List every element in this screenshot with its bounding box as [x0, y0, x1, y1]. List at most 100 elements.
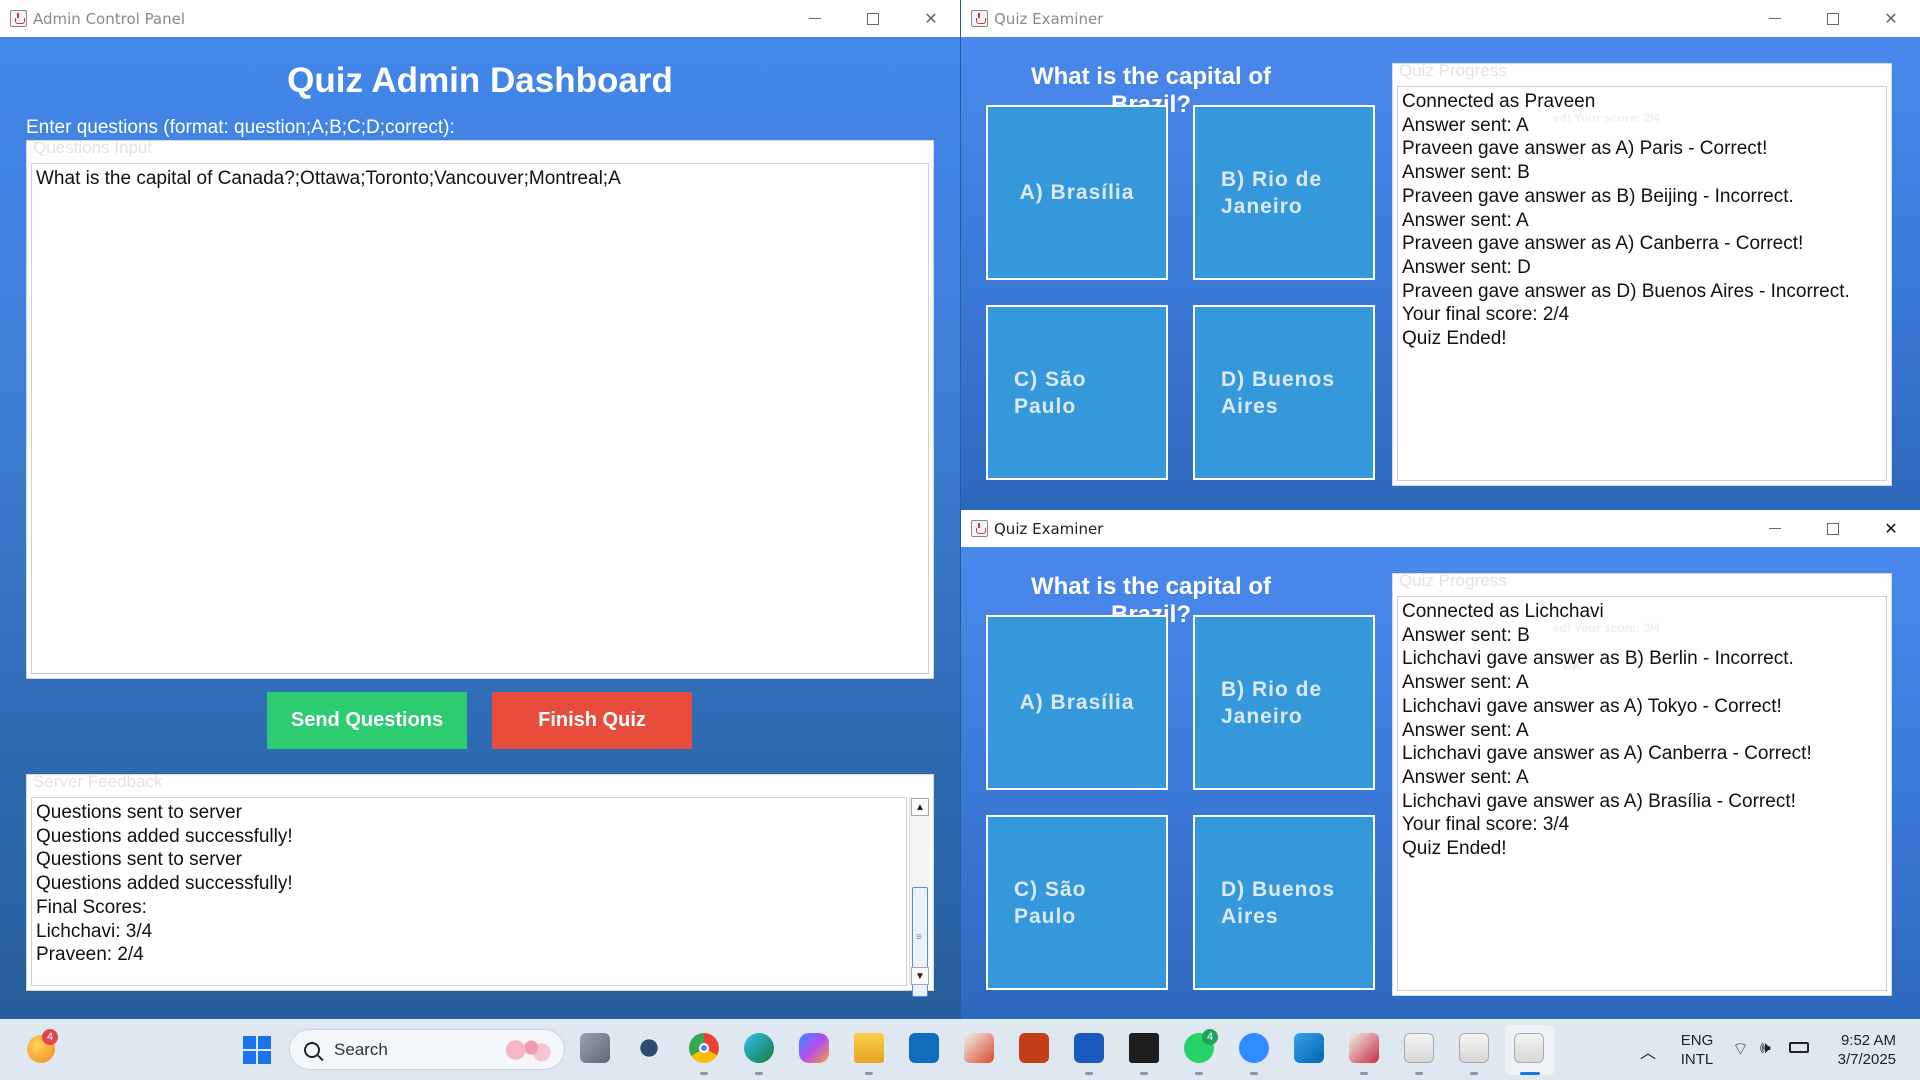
- start-icon[interactable]: [243, 1036, 271, 1064]
- snipping-tool-icon[interactable]: [1349, 1033, 1379, 1063]
- scroll-down-arrow-icon[interactable]: ▼: [911, 967, 929, 985]
- language-indicator[interactable]: ENG INTL: [1680, 1031, 1714, 1069]
- examiner-titlebar[interactable]: Quiz Examiner ✕: [961, 510, 1920, 547]
- minimize-button[interactable]: [1746, 0, 1804, 37]
- maximize-icon: [867, 12, 879, 25]
- instruction-label: Enter questions (format: question;A;B;C;…: [26, 117, 455, 138]
- window-title: Quiz Examiner: [994, 519, 1104, 538]
- volume-icon[interactable]: 🕪: [1760, 1038, 1771, 1058]
- log-line: Answer sent: A: [1402, 209, 1529, 231]
- admin-titlebar[interactable]: Admin Control Panel ✕: [0, 0, 960, 37]
- word-icon[interactable]: [1074, 1033, 1104, 1063]
- log-line: Questions added successfully!: [36, 825, 293, 847]
- log-line: Lichchavi gave answer as B) Berlin - Inc…: [1402, 648, 1794, 670]
- running-indicator: [1250, 1072, 1258, 1075]
- feedback-log: Questions sent to server Questions added …: [32, 798, 906, 970]
- log-line: Questions added successfully!: [36, 873, 293, 895]
- log-line: Answer sent: A: [1402, 719, 1529, 741]
- questions-text: What is the capital of Canada?;Ottawa;To…: [36, 168, 621, 189]
- admin-content: Quiz Admin Dashboard Enter questions (fo…: [0, 37, 960, 1019]
- quiz-progress-group: Quiz Progress ed! Your score: 3/4 OK Con…: [1392, 571, 1892, 996]
- maximize-button[interactable]: [1804, 0, 1862, 37]
- option-c-button[interactable]: C) São Paulo: [986, 305, 1168, 480]
- time-label: 9:52 AM: [1840, 1032, 1896, 1049]
- clock[interactable]: 9:52 AM 3/7/2025: [1826, 1031, 1896, 1069]
- taskbar-search-box[interactable]: Search: [289, 1029, 565, 1070]
- running-indicator: [1085, 1072, 1093, 1075]
- option-d-button[interactable]: D) Buenos Aires: [1193, 305, 1375, 480]
- option-a-button[interactable]: A) Brasília: [986, 615, 1168, 790]
- running-indicator: [865, 1072, 873, 1075]
- language-label: ENG: [1680, 1032, 1714, 1049]
- window-title: Quiz Examiner: [994, 9, 1104, 28]
- log-line: Your final score: 3/4: [1402, 814, 1570, 836]
- feedback-scrollbar[interactable]: ▲ ▼: [909, 797, 929, 997]
- option-c-button[interactable]: C) São Paulo: [986, 815, 1168, 990]
- questions-textarea[interactable]: What is the capital of Canada?;Ottawa;To…: [31, 163, 929, 674]
- wifi-icon[interactable]: ⌔: [1732, 1038, 1749, 1061]
- edge-icon[interactable]: [744, 1033, 774, 1063]
- log-line: Questions sent to server: [36, 802, 242, 823]
- progress-textarea[interactable]: ed! Your score: 2/4 OK Connected as Prav…: [1397, 86, 1887, 481]
- zoom-icon[interactable]: [1239, 1033, 1269, 1063]
- java-icon[interactable]: [1514, 1033, 1544, 1063]
- examiner-titlebar[interactable]: Quiz Examiner ✕: [961, 0, 1920, 37]
- log-line: Praveen: 2/4: [36, 944, 144, 966]
- log-line: Connected as Lichchavi: [1402, 601, 1604, 622]
- running-indicator: [1360, 1072, 1368, 1075]
- running-indicator: [1195, 1072, 1203, 1075]
- progress-log: Connected as Praveen Answer sent: A Pravee…: [1398, 87, 1886, 354]
- java-app-icon: [10, 10, 27, 27]
- maximize-icon: [1827, 522, 1839, 535]
- chevron-up-icon[interactable]: ︿: [1640, 1039, 1656, 1063]
- maximize-button[interactable]: [1804, 510, 1862, 547]
- copilot-bug-icon[interactable]: [634, 1033, 664, 1063]
- java-icon[interactable]: [1404, 1033, 1434, 1063]
- send-questions-button[interactable]: Send Questions: [267, 692, 467, 749]
- maximize-icon: [1827, 12, 1839, 25]
- running-indicator: [1415, 1072, 1423, 1075]
- questions-legend: Questions Input: [33, 138, 153, 157]
- copilot-icon[interactable]: [799, 1033, 829, 1063]
- log-line: Quiz Ended!: [1402, 328, 1507, 350]
- active-indicator: [1520, 1072, 1540, 1075]
- battery-icon[interactable]: [1789, 1042, 1809, 1053]
- java-icon[interactable]: [1459, 1033, 1489, 1063]
- scroll-up-arrow-icon[interactable]: ▲: [911, 798, 929, 816]
- finish-quiz-button[interactable]: Finish Quiz: [492, 692, 692, 749]
- task-view-icon[interactable]: [580, 1033, 610, 1063]
- quiz-progress-group: Quiz Progress ed! Your score: 2/4 OK Con…: [1392, 61, 1892, 486]
- progress-textarea[interactable]: ed! Your score: 3/4 OK Connected as Lich…: [1397, 596, 1887, 991]
- powerpoint-icon[interactable]: [1019, 1033, 1049, 1063]
- close-button[interactable]: ✕: [1862, 0, 1920, 37]
- window-title: Admin Control Panel: [33, 9, 186, 28]
- option-d-button[interactable]: D) Buenos Aires: [1193, 815, 1375, 990]
- log-line: Answer sent: A: [1402, 766, 1529, 788]
- running-indicator: [1470, 1072, 1478, 1075]
- vscode-icon[interactable]: [1294, 1033, 1324, 1063]
- running-indicator: [755, 1072, 763, 1075]
- layout-label: INTL: [1680, 1051, 1714, 1068]
- log-line: Quiz Ended!: [1402, 838, 1507, 860]
- option-b-button[interactable]: B) Rio de Janeiro: [1193, 615, 1375, 790]
- close-button[interactable]: ✕: [1862, 510, 1920, 547]
- option-b-button[interactable]: B) Rio de Janeiro: [1193, 105, 1375, 280]
- maximize-button[interactable]: [844, 0, 902, 37]
- outlook-icon[interactable]: [909, 1033, 939, 1063]
- examiner-window-praveen: Quiz Examiner ✕ What is the capital of B…: [961, 0, 1920, 510]
- office-icon[interactable]: [964, 1033, 994, 1063]
- log-line: Connected as Praveen: [1402, 91, 1596, 112]
- file-explorer-icon[interactable]: [854, 1033, 884, 1063]
- option-a-button[interactable]: A) Brasília: [986, 105, 1168, 280]
- log-line: Praveen gave answer as A) Paris - Correc…: [1402, 138, 1768, 160]
- log-line: Final Scores:: [36, 896, 147, 918]
- examiner-window-lichchavi: Quiz Examiner ✕ What is the capital of B…: [961, 510, 1920, 1019]
- terminal-icon[interactable]: [1129, 1033, 1159, 1063]
- minimize-button[interactable]: [786, 0, 844, 37]
- feedback-textarea[interactable]: Questions sent to server Questions added …: [31, 797, 907, 986]
- taskbar: 4 Search 4 ︿ ENG INTL ⌔ 🕪 9:52 AM 3/7/20…: [0, 1019, 1920, 1080]
- close-button[interactable]: ✕: [902, 0, 960, 37]
- minimize-button[interactable]: [1746, 510, 1804, 547]
- java-app-icon: [971, 520, 988, 537]
- server-feedback-group: Server Feedback Questions sent to server…: [26, 772, 934, 997]
